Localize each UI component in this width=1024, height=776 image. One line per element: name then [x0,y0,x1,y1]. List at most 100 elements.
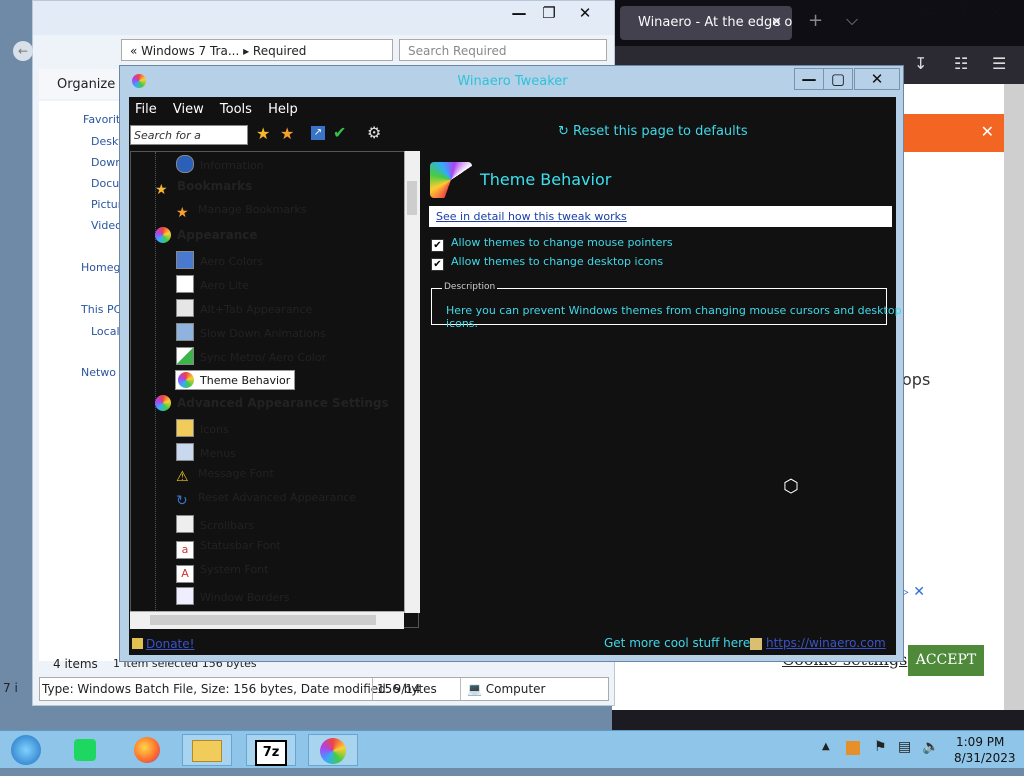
tree-item-aero-lite[interactable]: Aero Lite [176,275,249,293]
tweaker-close-icon[interactable]: ✕ [854,68,900,90]
close-icon[interactable]: ✕ [982,2,1010,22]
settings-gear-icon[interactable]: ⚙ [367,123,381,142]
winaero-link[interactable]: https://winaero.com [766,636,886,650]
browser-tab[interactable]: Winaero - At the edge of ✕ [620,6,792,40]
checkbox-checked-icon[interactable]: ✔ [431,258,444,271]
tree-item-theme-behavior[interactable]: Theme Behavior [175,370,296,390]
taskbar-7zip[interactable]: 7z [246,734,296,766]
reset-icon: ↻ [176,493,188,509]
nav-item-videos[interactable]: Video [91,219,122,232]
menu-view[interactable]: View [173,97,204,123]
tree-item-system-font[interactable]: A System Font [176,563,268,583]
tree-item-slow-animations[interactable]: Slow Down Animations [176,323,326,341]
details-bar: Type: Windows Batch File, Size: 156 byte… [39,677,609,701]
nav-item-documents[interactable]: Docu [91,177,119,190]
detail-link[interactable]: See in detail how this tweak works [429,206,892,227]
tree-label: Reset Advanced Appearance [198,491,357,504]
tree-item-aero-colors[interactable]: Aero Colors [176,251,263,269]
taskbar-spotify[interactable] [60,734,110,766]
nav-item-network[interactable]: Netwo [81,366,116,379]
donate-link[interactable]: Donate! [146,637,194,651]
back-button[interactable]: ← [13,41,33,61]
tree-item-icons[interactable]: Icons [176,419,229,437]
tree-item-menus[interactable]: Menus [176,443,236,461]
spotify-icon [74,739,96,761]
network-icon[interactable]: ▤ [898,739,911,755]
taskbar-winaero-tweaker[interactable] [308,734,358,766]
show-hidden-icons[interactable]: ▲ [822,741,830,752]
start-button[interactable] [2,734,50,766]
new-tab-button[interactable]: + [808,10,823,31]
close-tab-icon[interactable]: ✕ [771,6,782,40]
tree-horizontal-scrollbar[interactable] [130,611,404,629]
nav-item-homegroup[interactable]: Homeg [81,261,120,274]
add-bookmark-icon[interactable]: ★ [256,124,270,143]
restore-icon[interactable]: ❐ [946,2,974,22]
action-center-flag-icon[interactable]: ⚑ [874,739,887,755]
address-bar[interactable]: « Windows 7 Tra... ▸ Required [121,39,393,61]
scroll-thumb[interactable] [407,181,417,215]
taskbar-firefox[interactable] [122,734,172,766]
explorer-restore-icon[interactable]: ❐ [535,3,563,23]
search-input[interactable]: Search Required [399,39,607,61]
menu-tools[interactable]: Tools [220,97,252,123]
extensions-icon[interactable]: ☷ [954,54,968,73]
menu-file[interactable]: File [135,97,157,123]
clock-time[interactable]: 1:09 PM [956,735,1004,749]
bookmarks-icon[interactable]: ★ [280,124,294,143]
nav-item-this-pc[interactable]: This PC [81,303,121,316]
tweak-search-input[interactable]: Search for a tweak... [130,125,248,162]
nav-item-pictures[interactable]: Pictur [91,198,122,211]
explorer-close-icon[interactable]: ✕ [571,3,599,23]
tweaker-minimize-icon[interactable]: — [794,68,824,90]
tree-item-scrollbars[interactable]: Scrollbars [176,515,254,533]
menu-icon[interactable]: ☰ [992,54,1006,73]
banner-close-icon[interactable]: ✕ [981,122,994,141]
tweaker-maximize-icon[interactable]: ▢ [823,68,853,90]
option-desktop-icons[interactable]: ✔ Allow themes to change desktop icons [431,255,663,271]
tree-item-message-font[interactable]: ⚠ Message Font [176,467,274,485]
reset-page-button[interactable]: ↻ Reset this page to defaults [558,124,748,139]
nav-item-desktop[interactable]: Deskt [91,135,123,148]
checkbox-checked-icon[interactable]: ✔ [431,239,444,252]
notice-banner: ✕ [902,114,1004,152]
tray-app-icon[interactable] [846,741,860,755]
accept-button[interactable]: ACCEPT [908,645,984,676]
window-icon [176,275,194,293]
download-icon[interactable]: ↧ [914,54,927,73]
option-mouse-pointers[interactable]: ✔ Allow themes to change mouse pointers [431,236,673,252]
nav-item-downloads[interactable]: Down [91,156,122,169]
tree-group-appearance[interactable]: Appearance [155,227,258,243]
tree-item-manage-bookmarks[interactable]: ★ Manage Bookmarks [176,203,307,221]
alt-tab-icon [176,299,194,317]
volume-icon[interactable]: 🔈 [922,739,939,755]
tree-item-reset-advanced[interactable]: ↻ Reset Advanced Appearance [176,491,356,509]
color-fan-icon [320,738,346,764]
shortcut-icon[interactable]: ↗ [311,126,325,140]
option-label: Allow themes to change desktop icons [451,255,664,268]
browser-scrollbar[interactable] [1004,84,1024,710]
menu-help[interactable]: Help [268,97,298,123]
tree-item-information[interactable]: Information [176,155,264,173]
clock-date[interactable]: 8/31/2023 [954,751,1016,765]
tree-item-sync-color[interactable]: Sync Metro/ Aero Color [176,347,326,365]
list-tabs-button[interactable]: ⌵ [846,10,858,30]
tree-label: Information [200,159,264,172]
apply-icon[interactable]: ✔ [333,123,346,142]
organize-button[interactable]: Organize ▾ [57,77,126,92]
tweaker-window: Winaero Tweaker — ▢ ✕ File View Tools He… [119,65,904,662]
tree-item-alt-tab[interactable]: Alt+Tab Appearance [176,299,312,317]
scroll-thumb-h[interactable] [150,615,376,625]
taskbar-explorer[interactable] [182,734,232,766]
tweak-tree: Information ★ Bookmarks ★ Manage Bookmarks… [130,151,419,628]
explorer-minimize-icon[interactable]: — [505,3,533,23]
tree-item-statusbar-font[interactable]: a Statusbar Font [176,539,281,559]
tree-vertical-scrollbar[interactable] [404,151,420,613]
tree-label: Icons [200,423,229,436]
navigation-pane: Favorite Deskt Down Docu Pictur Video Ho… [39,101,129,661]
tree-item-window-borders[interactable]: Window Borders [176,587,289,605]
minimize-icon[interactable]: — [916,2,944,22]
tree-group-advanced-appearance[interactable]: Advanced Appearance Settings [155,395,389,411]
tree-group-bookmarks[interactable]: ★ Bookmarks [155,179,252,198]
nav-item-local-disk[interactable]: Local [91,325,120,338]
